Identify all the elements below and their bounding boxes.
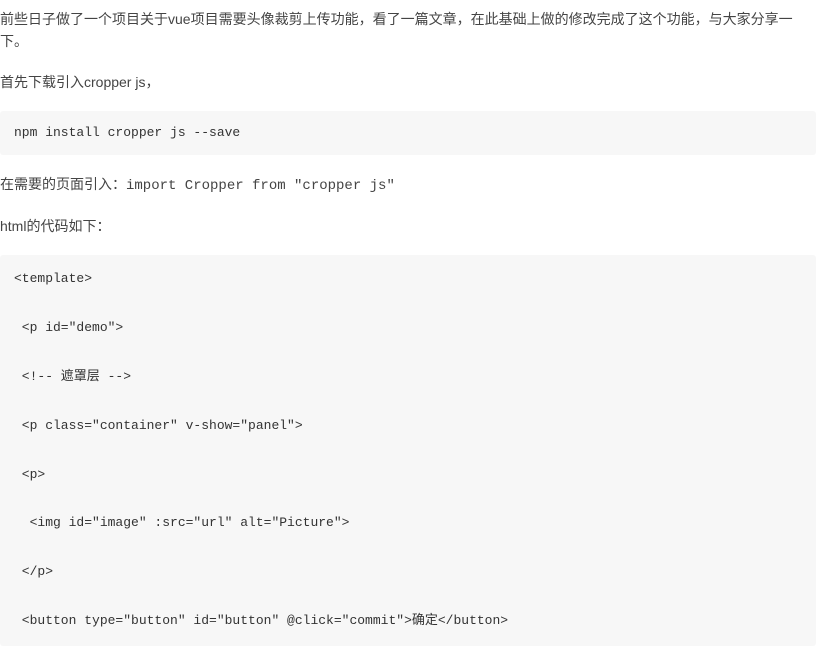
code-line: <p id="demo">	[14, 318, 802, 339]
code-line: <button type="button" id="button" @click…	[14, 611, 802, 632]
import-paragraph: 在需要的页面引入：import Cropper from "cropper js…	[0, 173, 816, 197]
intro-paragraph: 前些日子做了一个项目关于vue项目需要头像裁剪上传功能，看了一篇文章，在此基础上…	[0, 8, 816, 53]
import-prefix: 在需要的页面引入：	[0, 176, 126, 192]
download-paragraph: 首先下载引入cropper js，	[0, 71, 816, 93]
code-line: <p class="container" v-show="panel">	[14, 416, 802, 437]
code-line: <img id="image" :src="url" alt="Picture"…	[14, 513, 802, 534]
html-label-paragraph: html的代码如下：	[0, 215, 816, 237]
npm-install-code: npm install cropper js --save	[0, 111, 816, 155]
html-template-code: <template> <p id="demo"> <!-- 遮罩层 --> <p…	[0, 255, 816, 645]
code-line: <!-- 遮罩层 -->	[14, 367, 802, 388]
import-code: import Cropper from "cropper js"	[126, 178, 395, 194]
code-line: <template>	[14, 269, 802, 290]
code-line: <p>	[14, 465, 802, 486]
code-line: </p>	[14, 562, 802, 583]
